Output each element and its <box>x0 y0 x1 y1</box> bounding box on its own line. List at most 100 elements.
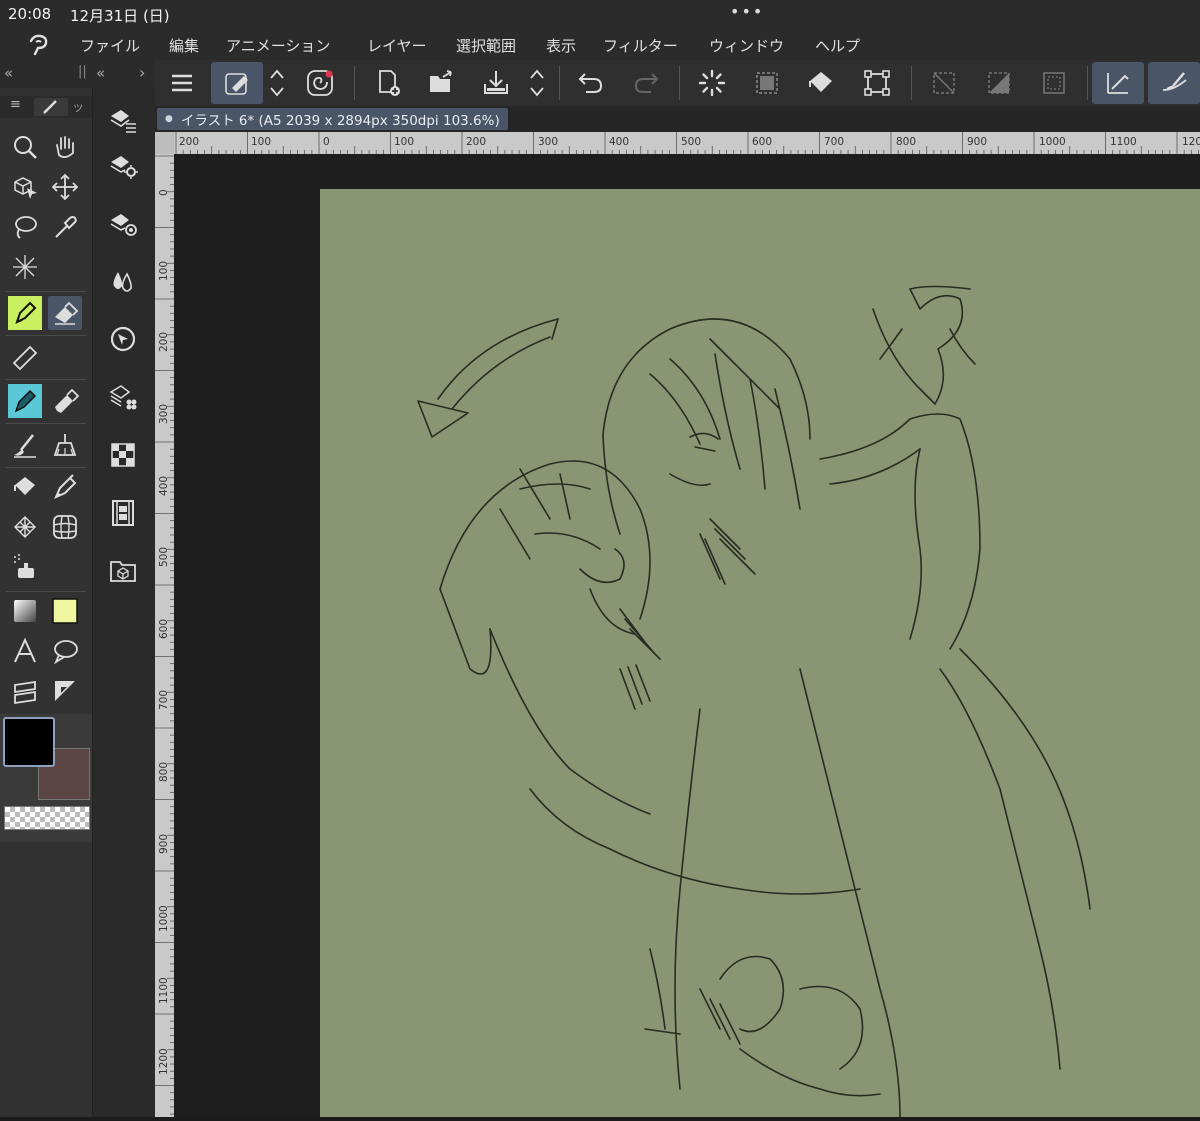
perspective-tool[interactable] <box>48 674 82 708</box>
ruler-label: 1000 <box>158 905 170 932</box>
command-bar <box>155 60 1200 106</box>
tool-separator <box>6 291 86 292</box>
ruler-label: 1100 <box>1110 136 1137 148</box>
crop-button[interactable] <box>923 62 965 104</box>
fill-tool[interactable] <box>8 470 42 504</box>
object-select-icon <box>14 177 37 199</box>
swatch-tool[interactable] <box>48 594 82 628</box>
horizontal-ruler-scale: 200 100 0 100 200 300 400 500 600 700 80… <box>175 132 1200 154</box>
pattern-tool[interactable] <box>8 510 42 544</box>
magic-wand-tool[interactable] <box>8 250 42 284</box>
new-file-button[interactable] <box>368 62 410 104</box>
collapse-left-button[interactable]: « <box>4 64 13 82</box>
animation-icon <box>112 500 134 526</box>
eyedropper-tool[interactable] <box>48 210 82 244</box>
menu-layer[interactable]: レイヤー <box>367 35 427 56</box>
droplets-icon <box>113 272 132 292</box>
transform-button[interactable] <box>856 62 898 104</box>
ink-tool[interactable] <box>48 470 82 504</box>
swatch-icon <box>52 598 78 624</box>
loading-button[interactable] <box>691 62 733 104</box>
menu-file[interactable]: ファイル <box>80 35 140 56</box>
vertical-ruler: 0 100 200 300 400 500 600 700 800 900 10… <box>155 154 174 1117</box>
selection-border-button[interactable] <box>1033 62 1075 104</box>
grip-handle[interactable]: || <box>78 64 87 79</box>
gradient-tool[interactable] <box>8 594 42 628</box>
airbrush-tool[interactable] <box>8 550 42 584</box>
marker-tool[interactable] <box>48 384 82 418</box>
menu-selection[interactable]: 選択範囲 <box>456 35 516 56</box>
save-button[interactable] <box>475 62 517 104</box>
assets-button[interactable] <box>106 554 140 588</box>
pen-tool[interactable] <box>8 296 42 330</box>
ruler-label: 400 <box>609 136 629 148</box>
transparent-color-swatch[interactable] <box>4 806 90 830</box>
fill-bucket-button[interactable] <box>801 62 843 104</box>
move-tool[interactable] <box>48 170 82 204</box>
menu-animation[interactable]: アニメーション <box>226 35 330 56</box>
menu-help[interactable]: ヘルプ <box>815 35 860 56</box>
edit-mode-button[interactable] <box>211 62 263 104</box>
lasso-tool[interactable] <box>8 210 42 244</box>
modified-dot-icon: ● <box>165 114 173 124</box>
redo-button[interactable] <box>625 62 667 104</box>
menu-window[interactable]: ウィンドウ <box>709 35 784 56</box>
menu-view[interactable]: 表示 <box>546 35 576 56</box>
collapse-right-button[interactable]: « <box>96 64 105 82</box>
ruler-icon <box>12 345 38 371</box>
spiral-button[interactable] <box>299 62 341 104</box>
color-set-button[interactable] <box>106 438 140 472</box>
layer-search-button[interactable] <box>106 380 140 414</box>
layer-properties-button[interactable] <box>106 102 140 136</box>
navigator-button[interactable] <box>106 322 140 356</box>
menu-filter[interactable]: フィルター <box>603 35 678 56</box>
undo-button[interactable] <box>570 62 612 104</box>
layer-settings-button[interactable] <box>106 148 140 182</box>
invert-selection-button[interactable] <box>978 62 1020 104</box>
blend-tool[interactable] <box>48 428 82 462</box>
spiral-icon <box>307 70 333 96</box>
palette-tab-active[interactable] <box>34 98 68 116</box>
app-logo-icon[interactable] <box>26 32 52 58</box>
multitask-dots-icon[interactable]: ••• <box>730 2 764 21</box>
toolbar-separator <box>1087 66 1088 100</box>
canvas-area[interactable] <box>174 154 1200 1117</box>
pencil-tool[interactable] <box>8 384 42 418</box>
deselect-button[interactable] <box>746 62 788 104</box>
object-tool[interactable] <box>8 170 42 204</box>
drawing-paper[interactable] <box>320 189 1200 1117</box>
menu-bar: ファイル 編集 アニメーション レイヤー 選択範囲 表示 フィルター ウィンドウ… <box>0 30 1200 60</box>
tool-palette: ≡ ッ <box>0 88 92 1117</box>
open-file-button[interactable] <box>421 62 463 104</box>
main-color-swatch[interactable] <box>3 717 55 767</box>
palette-tab-label[interactable]: ッ <box>72 98 84 115</box>
ruler-label: 400 <box>158 476 170 496</box>
brush-tool[interactable] <box>8 428 42 462</box>
droplets-button[interactable] <box>106 264 140 298</box>
up-down-button[interactable] <box>265 62 289 104</box>
tool-separator <box>6 379 86 380</box>
snap-ruler-button[interactable] <box>1092 62 1144 104</box>
animation-button[interactable] <box>106 496 140 530</box>
balloon-tool[interactable] <box>48 634 82 668</box>
material-button[interactable] <box>106 206 140 240</box>
snap-brush-button[interactable] <box>1148 62 1200 104</box>
hand-tool[interactable] <box>48 130 82 164</box>
ruler-label: 600 <box>158 619 170 639</box>
ruler-label: 800 <box>896 136 916 148</box>
menu-edit[interactable]: 編集 <box>169 35 199 56</box>
palette-menu-icon[interactable]: ≡ <box>10 97 21 112</box>
toolbar-separator <box>911 66 912 100</box>
main-menu-button[interactable] <box>161 62 203 104</box>
up-down-icon <box>270 69 284 97</box>
frame-tool[interactable] <box>8 674 42 708</box>
zoom-tool[interactable] <box>8 130 42 164</box>
grid-tool[interactable] <box>48 510 82 544</box>
fill-bucket-icon <box>809 72 832 92</box>
updown-button[interactable] <box>525 62 549 104</box>
text-tool[interactable] <box>8 634 42 668</box>
expand-button[interactable]: › <box>139 63 145 82</box>
ruler-tool[interactable] <box>8 340 42 374</box>
eraser-tool[interactable] <box>48 296 82 330</box>
document-tab[interactable]: ● イラスト 6* (A5 2039 x 2894px 350dpi 103.6… <box>157 108 508 130</box>
